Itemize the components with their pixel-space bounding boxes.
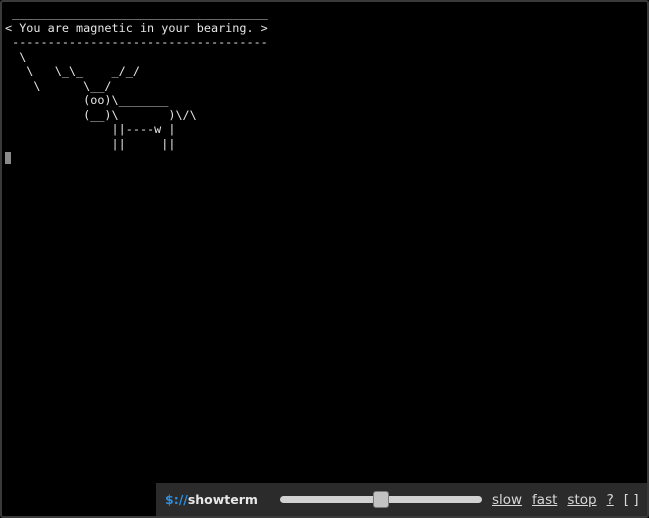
- speed-slider-handle[interactable]: [372, 491, 389, 508]
- fast-button[interactable]: fast: [532, 492, 557, 508]
- brand-logo: $://showterm: [165, 492, 258, 507]
- help-button[interactable]: ?: [607, 492, 614, 508]
- terminal-text: ____________________________________ < Y…: [5, 6, 268, 151]
- terminal-output: ____________________________________ < Y…: [5, 6, 268, 166]
- stop-button[interactable]: stop: [567, 492, 596, 508]
- playback-controls: $://showterm slow fast stop ? [ ]: [156, 483, 647, 516]
- brand-name: showterm: [187, 492, 258, 507]
- brand-prefix: $://: [165, 492, 188, 507]
- slow-button[interactable]: slow: [492, 492, 522, 508]
- terminal-window: ____________________________________ < Y…: [0, 0, 649, 518]
- terminal-cursor: [5, 152, 11, 164]
- speed-slider[interactable]: [279, 491, 482, 508]
- fullscreen-button[interactable]: [ ]: [624, 492, 639, 508]
